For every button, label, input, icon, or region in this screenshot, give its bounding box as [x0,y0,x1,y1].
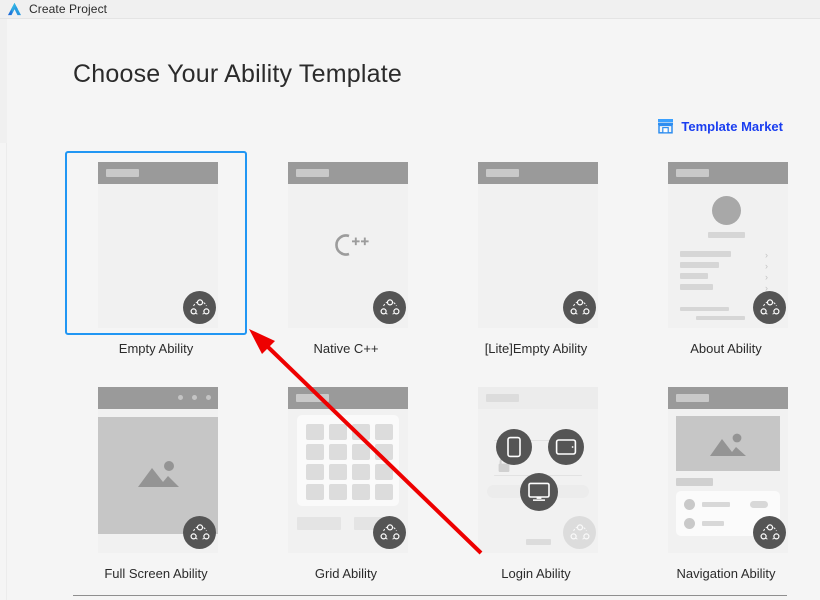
preview-list-row [680,273,708,279]
multi-device-icon [373,291,406,324]
template-preview-about-ability: › › › › [668,162,788,328]
template-label-native-cpp: Native C++ [313,341,379,356]
template-card-login-ability[interactable] [445,376,627,560]
template-card-grid-ability[interactable] [255,376,437,560]
window-title: Create Project [29,2,108,16]
cpp-logo-icon [335,234,369,256]
phone-device-icon [496,429,532,465]
preview-header-bar [288,387,408,409]
left-rail-top-segment [0,19,7,143]
preview-hero-image [676,416,780,471]
preview-header-bar [98,162,218,184]
template-card-lite-empty-ability[interactable] [445,151,627,335]
preview-title-placeholder [676,169,709,177]
preview-title-placeholder [296,169,329,177]
multi-device-icon [563,291,596,324]
template-grid: Empty Ability Native C++ [Lite]Empty Abi… [65,151,795,600]
footer-divider [73,595,787,596]
preview-title-placeholder [486,394,519,402]
preview-footer-button [297,517,341,530]
template-label-login-ability: Login Ability [501,566,571,581]
image-placeholder-icon [138,461,179,487]
template-card-about-ability[interactable]: › › › › [635,151,817,335]
template-label-full-screen-ability: Full Screen Ability [104,566,208,581]
template-preview-grid-ability [288,387,408,553]
template-market-link[interactable]: Template Market [657,118,783,134]
template-preview-empty-ability [98,162,218,328]
create-project-window: Create Project Choose Your Ability Templ… [0,0,820,600]
preview-status-dots [178,395,211,400]
template-card-navigation-ability[interactable] [635,376,817,560]
chevron-right-icon: › [765,250,768,260]
template-label-grid-ability: Grid Ability [314,566,378,581]
preview-title-placeholder [676,394,709,402]
preview-footer-line [696,316,745,320]
image-placeholder-icon [710,433,746,456]
template-cell: Navigation Ability [635,376,820,600]
template-card-empty-ability[interactable] [65,151,247,335]
template-label-empty-ability: Empty Ability [118,341,194,356]
preview-list-row [680,262,719,268]
multi-device-icon [563,516,596,549]
template-cell: [Lite]Empty Ability [445,151,635,376]
template-cell: Empty Ability [65,151,255,376]
deveco-studio-logo-icon [7,2,22,16]
preview-grid-panel [297,415,399,506]
dialog-content: Choose Your Ability Template Template Ma… [8,19,820,600]
preview-title-placeholder [486,169,519,177]
template-cell: Full Screen Ability [65,376,255,600]
multi-device-icon [753,516,786,549]
preview-header-bar [478,162,598,184]
template-preview-login-ability [478,387,598,553]
window-titlebar: Create Project [0,0,820,19]
shop-icon [658,119,674,134]
preview-title-placeholder [296,394,329,402]
template-label-navigation-ability: Navigation Ability [676,566,776,581]
preview-header-bar [288,162,408,184]
template-label-lite-empty-ability: [Lite]Empty Ability [484,341,588,356]
preview-footer-line [680,307,729,311]
template-card-full-screen-ability[interactable] [65,376,247,560]
multi-device-icon [753,291,786,324]
template-cell: Grid Ability [255,376,445,600]
template-label-about-ability: About Ability [690,341,762,356]
template-preview-navigation-ability [668,387,788,553]
preview-header-bar [668,387,788,409]
preview-header-bar [668,162,788,184]
multi-device-icon [373,516,406,549]
tv-device-icon [520,473,558,511]
chevron-right-icon: › [765,261,768,271]
preview-header-bar [478,387,598,409]
preview-list-row [680,284,713,290]
template-cell: › › › › About Ability [635,151,820,376]
preview-section-label [676,478,713,486]
template-card-native-cpp[interactable] [255,151,437,335]
tablet-device-icon [548,429,584,465]
multi-device-icon [183,291,216,324]
preview-avatar [712,196,741,225]
template-cell: Login Ability [445,376,635,600]
chevron-right-icon: › [765,272,768,282]
template-preview-native-cpp [288,162,408,328]
template-market-label: Template Market [681,118,783,134]
preview-header-bar [98,387,218,409]
left-rail [0,19,7,600]
page-title: Choose Your Ability Template [73,60,402,88]
multi-device-icon [183,516,216,549]
template-cell: Native C++ [255,151,445,376]
preview-list-row [680,251,731,257]
preview-footer-placeholder [526,539,551,545]
preview-name-placeholder [708,232,745,238]
preview-title-placeholder [106,169,139,177]
template-preview-full-screen-ability [98,387,218,553]
template-preview-lite-empty-ability [478,162,598,328]
